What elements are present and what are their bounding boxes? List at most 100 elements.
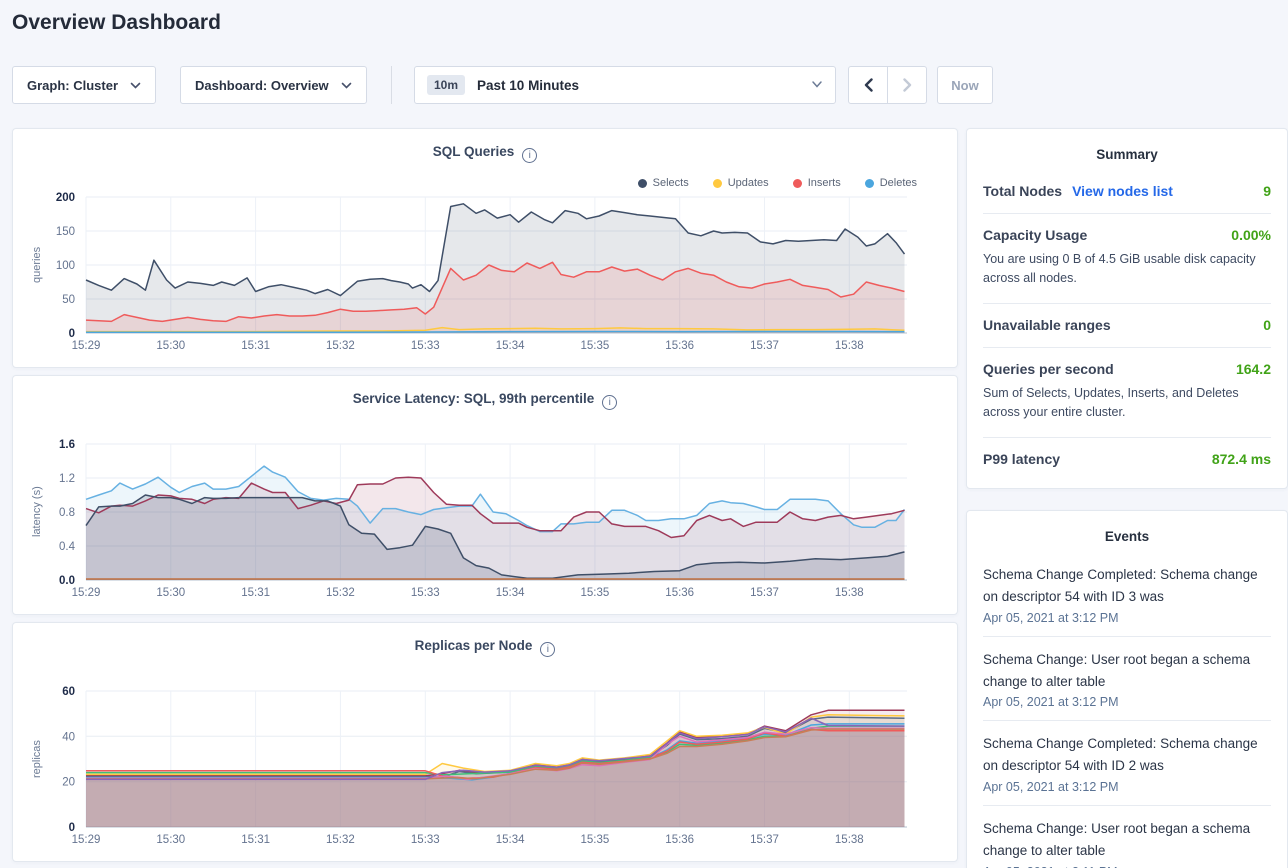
queries-per-second-value: 164.2 [1236, 361, 1271, 377]
svg-text:15:38: 15:38 [835, 340, 864, 352]
svg-text:50: 50 [62, 294, 75, 306]
event-list-item: Schema Change: User root began a schema … [983, 636, 1271, 721]
svg-text:15:30: 15:30 [156, 340, 185, 352]
chart-header: SQL Queries [13, 143, 957, 163]
svg-text:15:36: 15:36 [665, 587, 694, 599]
replicas-per-node-plot[interactable]: 020406015:2915:3015:3115:3215:3315:3415:… [13, 679, 957, 855]
svg-text:15:34: 15:34 [496, 587, 525, 599]
svg-text:0.0: 0.0 [59, 575, 75, 587]
svg-text:15:32: 15:32 [326, 340, 355, 352]
next-time-button[interactable] [887, 66, 927, 104]
capacity-usage-label: Capacity Usage [983, 227, 1087, 243]
svg-text:20: 20 [62, 777, 75, 789]
graph-selector-dropdown[interactable]: Graph: Cluster [12, 66, 156, 104]
svg-text:0.4: 0.4 [59, 541, 76, 553]
chart-title: Replicas per Node [415, 638, 533, 653]
svg-text:15:37: 15:37 [750, 340, 779, 352]
event-text: Schema Change Completed: Schema change o… [983, 733, 1271, 777]
svg-text:15:35: 15:35 [581, 834, 610, 846]
svg-text:15:36: 15:36 [665, 834, 694, 846]
sql-queries-chart-card: SQL Queries SelectsUpdatesInsertsDeletes… [12, 128, 958, 368]
svg-text:0.8: 0.8 [59, 507, 75, 519]
chart-title: SQL Queries [433, 144, 515, 159]
page-title: Overview Dashboard [12, 11, 221, 35]
event-list-item: Schema Change Completed: Schema change o… [983, 720, 1271, 805]
svg-text:0: 0 [69, 822, 75, 834]
svg-text:15:36: 15:36 [665, 340, 694, 352]
previous-time-button[interactable] [848, 66, 888, 104]
svg-text:15:29: 15:29 [72, 834, 101, 846]
replicas-per-node-chart-card: Replicas per Node replicas 020406015:291… [12, 622, 958, 862]
svg-text:15:33: 15:33 [411, 587, 440, 599]
svg-text:15:31: 15:31 [241, 587, 270, 599]
summary-row-unavailable-ranges: Unavailable ranges 0 [983, 303, 1271, 347]
svg-text:1.2: 1.2 [59, 473, 75, 485]
time-step-buttons [848, 66, 927, 104]
unavailable-ranges-label: Unavailable ranges [983, 317, 1111, 333]
summary-row-qps: Queries per second 164.2 Sum of Selects,… [983, 347, 1271, 437]
chevron-down-icon [130, 78, 141, 93]
event-timestamp: Apr 05, 2021 at 3:12 PM [983, 780, 1271, 794]
svg-text:60: 60 [62, 686, 75, 698]
info-icon[interactable] [602, 395, 617, 410]
svg-text:15:31: 15:31 [241, 834, 270, 846]
info-icon[interactable] [540, 642, 555, 657]
svg-text:0: 0 [69, 328, 75, 340]
events-title: Events [967, 511, 1287, 552]
event-timestamp: Apr 05, 2021 at 3:12 PM [983, 695, 1271, 709]
summary-title: Summary [967, 129, 1287, 170]
svg-text:15:33: 15:33 [411, 340, 440, 352]
event-list-item: Schema Change: User root began a schema … [983, 805, 1271, 868]
svg-text:200: 200 [56, 192, 75, 204]
svg-text:40: 40 [62, 731, 75, 743]
dashboard-selector-label: Dashboard: Overview [195, 78, 329, 93]
service-latency-plot[interactable]: 0.00.40.81.21.615:2915:3015:3115:3215:33… [13, 432, 957, 608]
svg-text:15:34: 15:34 [496, 340, 525, 352]
summary-row-p99-latency: P99 latency 872.4 ms [983, 437, 1271, 481]
svg-text:15:29: 15:29 [72, 587, 101, 599]
p99-latency-label: P99 latency [983, 451, 1060, 467]
summary-row-total-nodes: Total Nodes View nodes list 9 [983, 170, 1271, 213]
total-nodes-value: 9 [1263, 183, 1271, 199]
svg-text:15:33: 15:33 [411, 834, 440, 846]
svg-text:150: 150 [56, 226, 75, 238]
event-list-item: Schema Change Completed: Schema change o… [983, 552, 1271, 636]
svg-text:15:35: 15:35 [581, 340, 610, 352]
time-range-selector[interactable]: 10m Past 10 Minutes [414, 66, 836, 104]
dashboard-selector-dropdown[interactable]: Dashboard: Overview [180, 66, 367, 104]
dashboard-controls: Graph: Cluster Dashboard: Overview 10m P… [12, 66, 993, 104]
overview-dashboard-page: Overview Dashboard Graph: Cluster Dashbo… [0, 0, 1288, 868]
time-range-label: Past 10 Minutes [477, 78, 811, 93]
svg-text:15:29: 15:29 [72, 340, 101, 352]
time-range-badge: 10m [427, 75, 465, 95]
chevron-down-icon [811, 76, 823, 94]
capacity-usage-description: You are using 0 B of 4.5 GiB usable disk… [983, 250, 1271, 289]
now-button[interactable]: Now [937, 66, 993, 104]
total-nodes-label: Total Nodes [983, 183, 1062, 199]
svg-text:15:38: 15:38 [835, 834, 864, 846]
graph-selector-label: Graph: Cluster [27, 78, 118, 93]
info-icon[interactable] [522, 148, 537, 163]
svg-text:100: 100 [56, 260, 75, 272]
view-nodes-list-link[interactable]: View nodes list [1072, 183, 1173, 199]
svg-text:15:32: 15:32 [326, 587, 355, 599]
svg-text:15:38: 15:38 [835, 587, 864, 599]
unavailable-ranges-value: 0 [1263, 317, 1271, 333]
sql-queries-plot[interactable]: 0 50 100 150 200 15:29 15:30 15:31 15:32 15:33 15:… [13, 185, 957, 361]
event-text: Schema Change Completed: Schema change o… [983, 564, 1271, 608]
events-panel: Events Schema Change Completed: Schema c… [966, 510, 1288, 868]
svg-text:1.6: 1.6 [59, 439, 75, 451]
svg-text:15:37: 15:37 [750, 834, 779, 846]
capacity-usage-value: 0.00% [1231, 227, 1271, 243]
svg-text:15:31: 15:31 [241, 340, 270, 352]
event-text: Schema Change: User root began a schema … [983, 818, 1271, 862]
svg-text:15:34: 15:34 [496, 834, 525, 846]
chevron-down-icon [341, 78, 352, 93]
svg-text:15:30: 15:30 [156, 834, 185, 846]
svg-text:15:35: 15:35 [581, 587, 610, 599]
svg-text:15:37: 15:37 [750, 587, 779, 599]
event-text: Schema Change: User root began a schema … [983, 649, 1271, 693]
p99-latency-value: 872.4 ms [1212, 451, 1271, 467]
controls-divider [391, 66, 392, 104]
chart-header: Replicas per Node [13, 637, 957, 657]
